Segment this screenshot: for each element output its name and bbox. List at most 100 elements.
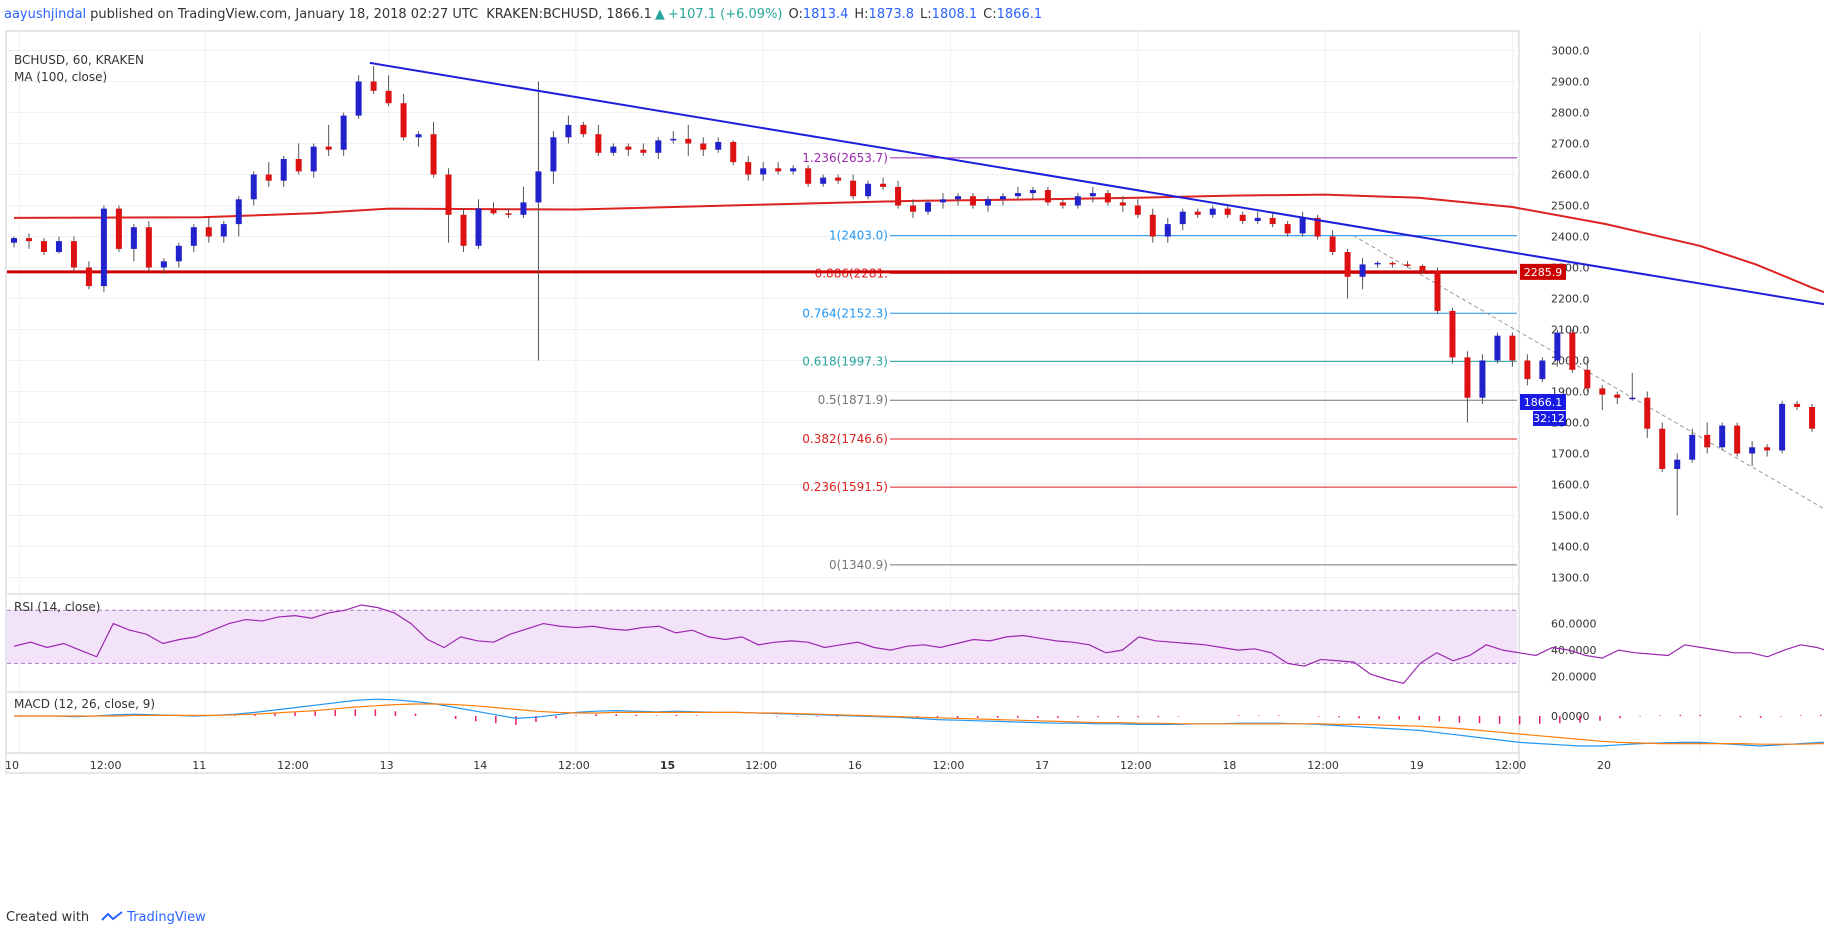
fib-level-label: 0.886(2281.: [815, 266, 888, 280]
time-tick-label: 10: [5, 759, 19, 772]
candle-body-up: [1374, 262, 1381, 265]
candle-body-down: [1659, 428, 1666, 469]
candle-body-down: [1059, 202, 1066, 206]
candle-body-up: [475, 208, 482, 246]
candle-body-down: [1194, 211, 1201, 215]
candle-body-down: [295, 159, 302, 172]
time-tick-label: 17: [1035, 759, 1049, 772]
time-tick-label: 12:00: [277, 759, 309, 772]
candle-body-down: [1389, 262, 1396, 265]
candle-body-up: [1359, 264, 1366, 277]
price-tick-label: 2900.0: [1551, 76, 1590, 89]
candle-body-down: [1614, 394, 1621, 398]
candle-body-down: [1344, 252, 1351, 277]
candle-body-up: [925, 202, 932, 212]
chart-svg[interactable]: 3000.0 2900.0 2800.0 2700.0 2600.0 2500.0 2400…: [0, 0, 1824, 932]
fib-level-label: 0.5(1871.9): [818, 393, 888, 407]
candle-body-up: [1209, 208, 1216, 215]
candle-body-up: [235, 199, 242, 225]
rsi-label: RSI (14, close): [14, 600, 100, 614]
countdown-label: 32:12: [1533, 412, 1565, 425]
candle-body-down: [1704, 434, 1711, 448]
candle-body-down: [700, 143, 707, 150]
candle-body-up: [355, 81, 362, 116]
candle-body-up: [1779, 403, 1786, 451]
candle-body-up: [1629, 397, 1636, 400]
candle-body-up: [1089, 193, 1096, 197]
candle-body-down: [1329, 236, 1336, 252]
close-value: 1866.1: [996, 6, 1043, 22]
candle-body-up: [100, 208, 107, 287]
candle-body-up: [175, 245, 182, 262]
price-tick-label: 1300.0: [1551, 572, 1590, 585]
candle-body-up: [565, 124, 572, 138]
candle-body-down: [1449, 310, 1456, 358]
up-arrow-icon: ▲: [654, 6, 665, 22]
author-link[interactable]: aayushjindal: [4, 7, 86, 22]
time-tick-label: 11: [192, 759, 206, 772]
candle-body-down: [1269, 217, 1276, 225]
candle-body-down: [40, 241, 47, 252]
publish-header: aayushjindal published on TradingView.co…: [4, 3, 1042, 25]
candle-body-up: [220, 224, 227, 237]
candle-body-up: [984, 199, 991, 206]
ma-indicator-label: MA (100, close): [14, 70, 107, 84]
candle-body-up: [760, 168, 767, 175]
candle-body-down: [969, 196, 976, 206]
candle-body-down: [685, 138, 692, 144]
candle-body-down: [400, 103, 407, 138]
candle-body-up: [250, 174, 257, 200]
candle-body-down: [1404, 264, 1411, 266]
candle-body-down: [580, 124, 587, 135]
chart-root: 3000.0 2900.0 2800.0 2700.0 2600.0 2500.0 2400…: [0, 0, 1824, 932]
fib-level-label: 0.236(1591.5): [802, 480, 888, 494]
candle-body-up: [1074, 196, 1081, 206]
rsi-tick-label: 60.0000: [1551, 618, 1597, 631]
candle-body-down: [430, 134, 437, 175]
candle-body-down: [1599, 388, 1606, 395]
candle-body-up: [820, 177, 827, 184]
candle-body-down: [910, 205, 917, 212]
candle-body-up: [790, 168, 797, 172]
candle-body-up: [340, 115, 347, 150]
candle-body-down: [1119, 202, 1126, 206]
candle-body-down: [1149, 214, 1156, 237]
price-tick-label: 2200.0: [1551, 293, 1590, 306]
candle-body-down: [640, 149, 647, 153]
candle-body-down: [1734, 425, 1741, 454]
high-label: H:: [854, 6, 869, 22]
candle-body-up: [1719, 425, 1726, 448]
published-text: published on TradingView.com, January 18…: [90, 6, 479, 22]
fib-level-label: 0.382(1746.6): [802, 432, 888, 446]
candle-body-down: [115, 208, 122, 249]
time-tick-label: 12:00: [933, 759, 965, 772]
price-tick-label: 2600.0: [1551, 169, 1590, 182]
close-label: C:: [983, 6, 997, 22]
candle-body-down: [850, 180, 857, 197]
low-value: 1808.1: [931, 6, 978, 22]
fib-level-label: 0(1340.9): [829, 558, 888, 572]
candle-body-up: [535, 171, 542, 203]
low-label: L:: [920, 6, 932, 22]
candle-body-down: [1284, 224, 1291, 234]
candle-body-down: [25, 238, 32, 242]
candle-body-up: [954, 196, 961, 200]
candle-body-down: [1134, 205, 1141, 215]
fib-level-label: 1(2403.0): [829, 229, 888, 243]
candle-body-down: [1239, 214, 1246, 221]
candle-body-up: [1029, 190, 1036, 194]
fib-level-label: 0.764(2152.3): [802, 306, 888, 320]
candle-body-down: [265, 174, 272, 181]
tradingview-link[interactable]: TradingView: [93, 910, 206, 925]
time-tick-label: 19: [1410, 759, 1424, 772]
open-label: O:: [788, 6, 803, 22]
tradingview-brand: TradingView: [127, 909, 206, 925]
candle-body-down: [625, 146, 632, 150]
candle-body-up: [940, 199, 947, 203]
candle-body-up: [1299, 217, 1306, 234]
candle-body-down: [85, 267, 92, 287]
candle-body-up: [11, 238, 17, 243]
candle-body-up: [1674, 459, 1681, 469]
candle-body-down: [1224, 208, 1231, 215]
time-tick-label: 12:00: [1495, 759, 1527, 772]
